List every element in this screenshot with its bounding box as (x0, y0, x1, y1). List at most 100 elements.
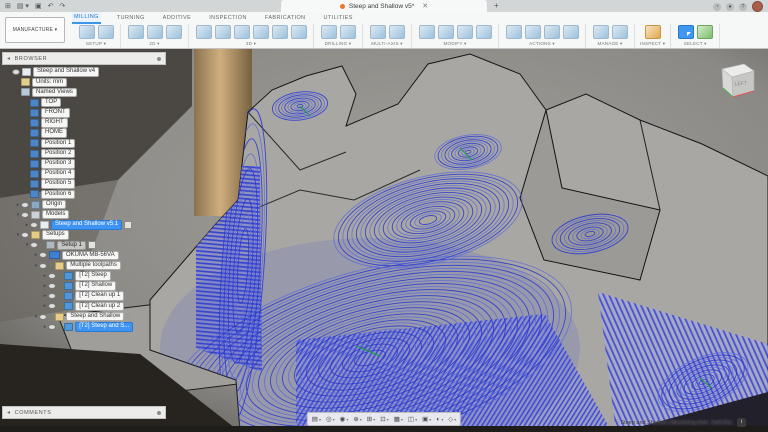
tree-row[interactable]: ▸Steep and Shallow v5:1 (2, 220, 166, 230)
user-avatar[interactable] (752, 1, 763, 12)
comments-panel[interactable]: ◂ COMMENTS (2, 406, 166, 419)
tree-row[interactable]: FRONT (2, 108, 166, 118)
tab-inspection[interactable]: INSPECTION (207, 13, 249, 23)
fit-icon[interactable]: ⊞▾ (367, 415, 375, 423)
tree-row[interactable]: ▾Steep and Shallow v4 (2, 67, 166, 77)
paint-select-icon[interactable] (697, 25, 713, 39)
view-cube[interactable]: LEFT (708, 55, 760, 107)
tree-row[interactable]: ▸✓[T2] Clean up 2 (2, 301, 166, 311)
orbit-icon[interactable]: ◎▾ (326, 415, 335, 423)
bore-icon[interactable] (340, 25, 356, 39)
group-label[interactable]: 3D ▾ (246, 41, 256, 47)
document-tab[interactable]: Steep and Shallow v5* ✕ (281, 0, 487, 12)
visibility-eye-icon[interactable] (21, 202, 29, 208)
close-tab-icon[interactable]: ✕ (422, 2, 428, 10)
tree-row[interactable]: Position 5 (2, 179, 166, 189)
comments-options-icon[interactable] (157, 411, 161, 415)
app-grid-icon[interactable]: ⊞ (5, 2, 11, 10)
visibility-eye-icon[interactable] (48, 303, 56, 309)
swarf-icon[interactable] (370, 25, 386, 39)
tree-row[interactable]: ▾Named Views (2, 87, 166, 97)
collapse-panel-icon[interactable]: ◂ (7, 55, 11, 62)
visibility-eye-icon[interactable] (30, 242, 38, 248)
tool-library-icon[interactable] (593, 25, 609, 39)
display-settings-icon[interactable]: ▦▾ (394, 415, 403, 423)
drill-icon[interactable] (321, 25, 337, 39)
help-icon[interactable]: ? (739, 3, 747, 11)
save-icon[interactable]: ▣ (35, 2, 42, 10)
2d-pocket-icon[interactable] (147, 25, 163, 39)
toolpath-info-badge[interactable]: i (737, 418, 746, 427)
tree-row[interactable]: Position 3 (2, 159, 166, 169)
group-label[interactable]: DRILLING ▾ (325, 41, 352, 47)
viewports-icon[interactable]: ◫▾ (408, 415, 417, 423)
tree-row[interactable]: Position 4 (2, 169, 166, 179)
look-at-icon[interactable]: ◉▾ (340, 415, 349, 423)
tree-row[interactable]: ▾Models (2, 210, 166, 220)
grid-settings-icon[interactable]: ◐▾ (436, 416, 443, 423)
group-label[interactable]: ACTIONS ▾ (529, 41, 555, 47)
group-label[interactable]: MODIFY ▾ (444, 41, 467, 47)
spiral-icon[interactable] (291, 25, 307, 39)
zoom-icon[interactable]: ⊕▾ (353, 415, 361, 423)
tab-utilities[interactable]: UTILITIES (322, 13, 355, 23)
expand-comments-icon[interactable]: ◂ (7, 409, 11, 416)
group-label[interactable]: 2D ▾ (149, 41, 159, 47)
new-tab-button[interactable]: + (494, 1, 499, 10)
measure-icon[interactable] (645, 25, 661, 39)
steep-and-shallow-icon[interactable] (253, 25, 269, 39)
section-icon[interactable]: ◇▾ (448, 415, 456, 423)
tree-row[interactable]: Position 6 (2, 189, 166, 199)
pocket-clearing-icon[interactable] (215, 25, 231, 39)
tree-row[interactable]: ▸OKUMA MB-56VA (2, 250, 166, 260)
2d-contour-icon[interactable] (166, 25, 182, 39)
tree-row[interactable]: ▾✓Steep and Shallow◌ (2, 312, 166, 322)
link-icon[interactable] (476, 25, 492, 39)
simulate-icon[interactable] (506, 25, 522, 39)
group-label[interactable]: MULTI-AXIS ▾ (371, 41, 402, 47)
parallel-icon[interactable] (234, 25, 250, 39)
trim-icon[interactable] (419, 25, 435, 39)
tree-row[interactable]: ▸Origin (2, 199, 166, 209)
tree-row[interactable]: ▸✓[T2] Steep and S... (2, 322, 166, 332)
visibility-eye-icon[interactable] (30, 222, 38, 228)
task-manager-icon[interactable] (612, 25, 628, 39)
tab-milling[interactable]: MILLING (72, 12, 101, 24)
job-status-icon[interactable]: ◔ (713, 3, 721, 11)
panel-options-icon[interactable] (157, 57, 161, 61)
cam-manual-icon[interactable] (98, 25, 114, 39)
visual-style-icon[interactable]: ▣▾ (422, 415, 431, 423)
undo-icon[interactable]: ↶ (48, 2, 54, 10)
tree-row[interactable]: HOME (2, 128, 166, 138)
group-label[interactable]: SETUP ▾ (86, 41, 106, 47)
tree-row[interactable]: Position 1 (2, 138, 166, 148)
window-select-icon[interactable] (678, 25, 694, 39)
group-label[interactable]: SELECT ▾ (684, 41, 707, 47)
tree-row[interactable]: Units: mm (2, 77, 166, 87)
group-label[interactable]: MANAGE ▾ (597, 41, 622, 47)
post-process-icon[interactable] (525, 25, 541, 39)
tree-row[interactable]: ▾Setups (2, 230, 166, 240)
adaptive-clearing-icon[interactable] (196, 25, 212, 39)
visibility-eye-icon[interactable] (12, 69, 20, 75)
delete-passes-icon[interactable] (438, 25, 454, 39)
visibility-eye-icon[interactable] (48, 283, 56, 289)
edit-passes-icon[interactable] (457, 25, 473, 39)
visibility-eye-icon[interactable] (39, 252, 47, 258)
workspace-switcher[interactable]: MANUFACTURE ▾ (5, 17, 65, 43)
file-menu-icon[interactable]: ▤▾ (312, 415, 321, 423)
visibility-eye-icon[interactable] (48, 273, 56, 279)
setup-sheet-icon[interactable] (544, 25, 560, 39)
tree-row[interactable]: ▸✓[T2] Shallow (2, 281, 166, 291)
visibility-eye-icon[interactable] (39, 263, 47, 269)
visibility-eye-icon[interactable] (21, 212, 29, 218)
visibility-eye-icon[interactable] (48, 293, 56, 299)
visibility-eye-icon[interactable] (48, 324, 56, 330)
notifications-icon[interactable]: ● (726, 3, 734, 11)
redo-icon[interactable]: ↷ (59, 2, 65, 10)
visibility-eye-icon[interactable] (21, 232, 29, 238)
file-menu-icon[interactable]: ▤ ▾ (17, 2, 29, 10)
generate-icon[interactable] (563, 25, 579, 39)
tab-fabrication[interactable]: FABRICATION (263, 13, 308, 23)
visibility-eye-icon[interactable] (39, 314, 47, 320)
